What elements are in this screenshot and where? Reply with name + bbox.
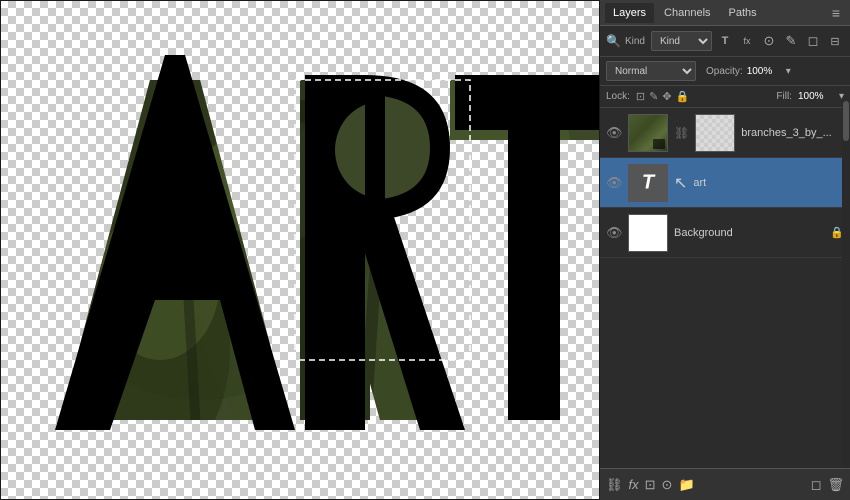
layer-item-art[interactable]: 👁 T ↖ art <box>600 158 850 208</box>
layer-visibility-art[interactable]: 👁 <box>606 175 622 191</box>
tab-layers[interactable]: Layers <box>605 3 654 23</box>
lock-image-icon[interactable]: ✎ <box>649 90 658 103</box>
kind-label: Kind <box>625 36 645 47</box>
canvas-area <box>0 0 600 500</box>
lock-fill-row: Lock: ⊡ ✎ ✥ 🔒 Fill: 100% ▾ <box>600 86 850 108</box>
delete-layer-button[interactable]: 🗑 <box>827 477 844 493</box>
tab-channels[interactable]: Channels <box>656 3 718 23</box>
tab-paths[interactable]: Paths <box>721 3 765 23</box>
opacity-value: 100% <box>747 66 782 77</box>
kind-dropdown[interactable]: Kind <box>651 31 712 51</box>
layer-name-background: Background <box>674 227 824 239</box>
panel-tabs: Layers Channels Paths ≡ <box>600 0 850 26</box>
layer-mask-content <box>696 115 734 151</box>
panel-scrollbar[interactable] <box>842 100 850 468</box>
panel-scrollbar-thumb[interactable] <box>843 101 849 141</box>
layer-thumb-background <box>628 214 668 252</box>
layer-name-art: art <box>693 177 844 189</box>
layer-thumb-mask-indicator <box>653 139 665 149</box>
layer-thumb-branches <box>628 114 668 152</box>
fx-filter-icon[interactable]: fx <box>738 32 756 50</box>
link-layers-button[interactable]: ⛓ <box>606 477 623 493</box>
layer-name-branches: branches_3_by_... <box>741 127 844 139</box>
type-filter-icon[interactable]: ✎ <box>782 32 800 50</box>
layer-item-background[interactable]: 👁 Background 🔒 <box>600 208 850 258</box>
new-adjustment-button[interactable]: ⊙ <box>662 477 673 493</box>
panel-bottom-toolbar: ⛓ fx ⊡ ⊙ 📁 ◻ 🗑 <box>600 468 850 500</box>
opacity-arrow: ▾ <box>786 66 791 77</box>
adjust-filter-icon[interactable]: ⊙ <box>760 32 778 50</box>
layer-cursor-icon: ↖ <box>674 173 687 193</box>
layer-chain-icon-branches: ⛓ <box>674 126 689 140</box>
new-layer-button[interactable]: ◻ <box>811 477 822 493</box>
lock-icons-group: ⊡ ✎ ✥ 🔒 <box>636 90 689 103</box>
lock-all-icon[interactable]: 🔒 <box>676 90 690 103</box>
color-filter-icon[interactable]: ◻ <box>804 32 822 50</box>
new-group-button[interactable]: 📁 <box>678 477 694 493</box>
layer-thumb-white-content <box>629 215 667 251</box>
layer-thumb-art: T <box>628 164 668 202</box>
panel-menu-button[interactable]: ≡ <box>827 3 845 23</box>
layer-visibility-background[interactable]: 👁 <box>606 225 622 241</box>
text-filter-icon[interactable]: T <box>716 32 734 50</box>
lock-position-icon[interactable]: ✥ <box>662 90 671 103</box>
art-canvas <box>0 0 600 500</box>
filter-row: 🔍 Kind Kind T fx ⊙ ✎ ◻ ⊟ <box>600 26 850 57</box>
fill-value: 100% <box>798 91 833 102</box>
lock-label: Lock: <box>606 91 630 102</box>
smart-filter-icon[interactable]: ⊟ <box>826 32 844 50</box>
layer-effects-button[interactable]: fx <box>629 477 639 492</box>
layers-panel: Layers Channels Paths ≡ 🔍 Kind Kind T fx… <box>600 0 850 500</box>
layer-thumb-text-indicator: T <box>642 171 654 194</box>
blend-opacity-row: Normal Multiply Screen Overlay Opacity: … <box>600 57 850 86</box>
fill-label: Fill: <box>776 91 792 102</box>
opacity-label: Opacity: <box>706 66 743 77</box>
blend-mode-dropdown[interactable]: Normal Multiply Screen Overlay <box>606 61 696 81</box>
layer-item-branches[interactable]: 👁 ⛓ branches_3_by_... <box>600 108 850 158</box>
layer-mask-thumb-branches <box>695 114 735 152</box>
add-mask-button[interactable]: ⊡ <box>645 477 656 493</box>
search-icon: 🔍 <box>606 34 621 48</box>
layer-visibility-branches[interactable]: 👁 <box>606 125 622 141</box>
lock-transparent-icon[interactable]: ⊡ <box>636 90 645 103</box>
